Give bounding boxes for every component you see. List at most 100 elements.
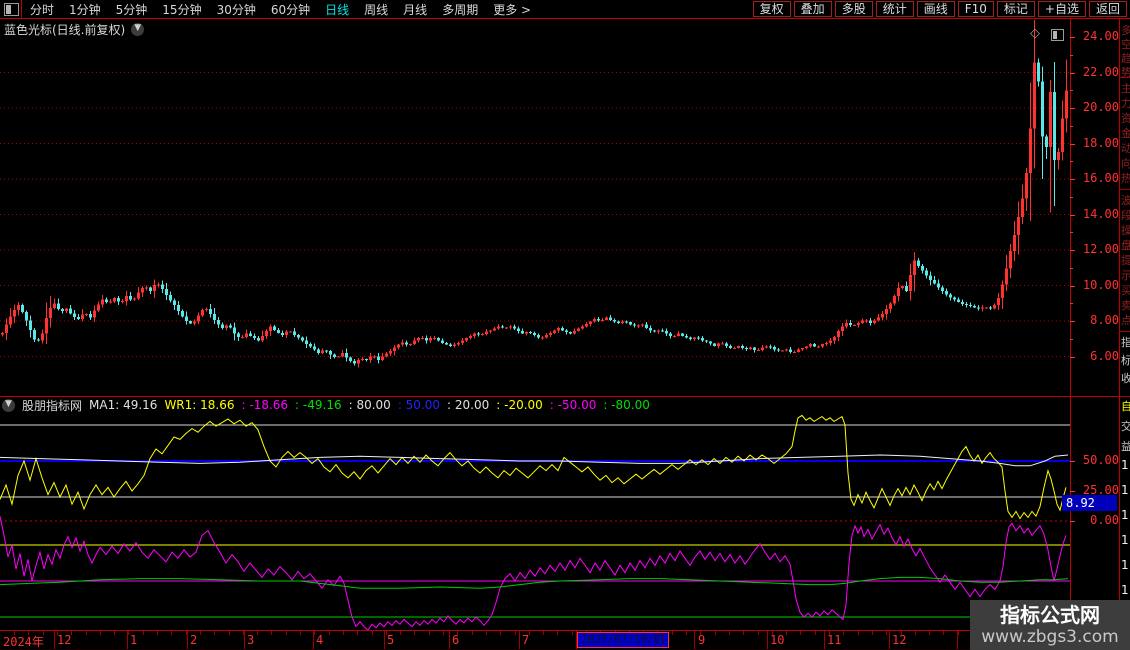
minor-tick [100,631,101,635]
indicator-chart[interactable] [0,413,1070,630]
month-separator [694,631,695,649]
clipped-glyph: 交 [1121,420,1130,433]
period-item-日线[interactable]: 日线 [325,1,349,18]
chart-title-bar: 蓝色光标(日线.前复权) ▼ [4,21,145,37]
indicator-value: WR1: 18.66 [164,398,235,412]
price-label-14.00: 14.00 [1082,206,1119,221]
axis-tick [1070,521,1075,522]
clipped-digit: 1 [1121,508,1129,522]
minor-tick [414,631,415,635]
minor-tick [743,631,744,635]
time-label-2: 2 [190,633,198,647]
toolbar-button-F10[interactable]: F10 [957,1,994,17]
split-window-icon[interactable] [4,3,19,16]
clipped-digit: 1 [1121,533,1129,547]
period-item-30分钟[interactable]: 30分钟 [217,1,256,18]
toolbar-button-叠加[interactable]: 叠加 [793,1,832,17]
toolbar-button-标记[interactable]: 标记 [996,1,1035,17]
strip-divider [1120,331,1130,332]
period-item-60分钟[interactable]: 60分钟 [271,1,310,18]
pane-divider[interactable] [0,396,1119,397]
axis-tick [1070,461,1075,462]
minor-tick [500,631,501,635]
clipped-glyph: 热 [1121,172,1130,185]
clipped-glyph: 力 [1121,97,1130,110]
minor-tick [143,631,144,635]
minor-tick [800,631,801,635]
clipped-glyph: 提 [1121,254,1130,267]
period-menu: 分时 1分钟 5分钟 15分钟 30分钟 60分钟 日线 周线 月线 多周期 更多 > [30,0,531,18]
price-axis-line [1070,19,1071,630]
price-label-22.00: 22.00 [1082,64,1119,79]
minor-tick [572,631,573,635]
watermark: 指标公式网 www.zbgs3.com [970,600,1130,650]
axis-tick [1070,125,1073,127]
time-label-4: 4 [316,633,324,647]
axis-tick [1070,54,1073,56]
minor-tick [257,631,258,635]
month-separator [127,631,128,649]
time-label-12: 12 [892,633,907,647]
axis-tick [1070,303,1073,305]
minor-tick [672,631,673,635]
period-item-15分钟[interactable]: 15分钟 [162,1,201,18]
toolbar-button-多股[interactable]: 多股 [834,1,873,17]
minor-tick [314,631,315,635]
period-item-多周期[interactable]: 多周期 [442,1,478,18]
indicator-value: : 20.00 [447,398,490,412]
clipped-digit: 1 [1121,583,1129,597]
selected-date-badge[interactable]: 2025/07/10/四 [577,632,669,648]
clipped-glyph: 自 [1121,400,1130,413]
clipped-glyph: 波 [1121,194,1130,207]
period-item-更多 >[interactable]: 更多 > [493,1,531,18]
axis-tick [1070,321,1075,322]
price-label-18.00: 18.00 [1082,135,1119,150]
time-label-1: 1 [130,633,138,647]
minor-tick [86,631,87,635]
period-item-5分钟[interactable]: 5分钟 [116,1,148,18]
indicator-value: : -20.00 [496,398,543,412]
toolbar-button-+自选[interactable]: +自选 [1037,1,1086,17]
price-label-12.00: 12.00 [1082,242,1119,256]
clipped-glyph: 标 [1121,354,1130,367]
toolbar-buttons: 复权 叠加 多股 统计 画线 F10 标记 +自选 返回 [752,1,1127,17]
toolbar-button-返回[interactable]: 返回 [1088,1,1127,17]
minor-tick [372,631,373,635]
minor-tick [843,631,844,635]
minor-tick [758,631,759,635]
minor-tick [858,631,859,635]
toolbar-button-统计[interactable]: 统计 [875,1,914,17]
month-separator [767,631,768,649]
indicator-header: ▼ 股朋指标网 MA1: 49.16 WR1: 18.66: -18.66: -4… [2,398,650,413]
minor-tick [815,631,816,635]
page-title: 蓝色光标(日线.前复权) [4,22,126,37]
axis-tick [1070,143,1075,145]
minor-tick [329,631,330,635]
window-icon[interactable] [1051,29,1064,41]
axis-tick [1070,90,1073,92]
chevron-down-icon[interactable]: ▼ [131,22,145,36]
period-item-分时[interactable]: 分时 [30,1,54,18]
axis-tick [1070,491,1075,492]
toolbar-button-画线[interactable]: 画线 [916,1,955,17]
minor-tick [515,631,516,635]
clipped-glyph: 指 [1121,336,1130,349]
minor-tick [229,631,230,635]
right-sidebar-clipped[interactable]: 多空趋势主力资金动向热波段操盘提示买卖点指标收自交益1111111 [1120,19,1130,648]
candlestick-chart[interactable] [0,19,1070,396]
diamond-icon[interactable]: ◇ [1030,26,1040,41]
clipped-glyph: 卖 [1121,299,1130,312]
minor-tick [157,631,158,635]
period-item-月线[interactable]: 月线 [403,1,427,18]
axis-tick [1070,338,1073,340]
minor-tick [300,631,301,635]
period-item-1分钟[interactable]: 1分钟 [69,1,101,18]
chevron-down-icon[interactable]: ▼ [2,398,15,412]
minor-tick [200,631,201,635]
indicator-value: MA1: 49.16 [89,398,158,412]
minor-tick [171,631,172,635]
period-item-周线[interactable]: 周线 [364,1,388,18]
month-separator [187,631,188,649]
minor-tick [271,631,272,635]
toolbar-button-复权[interactable]: 复权 [752,1,791,17]
